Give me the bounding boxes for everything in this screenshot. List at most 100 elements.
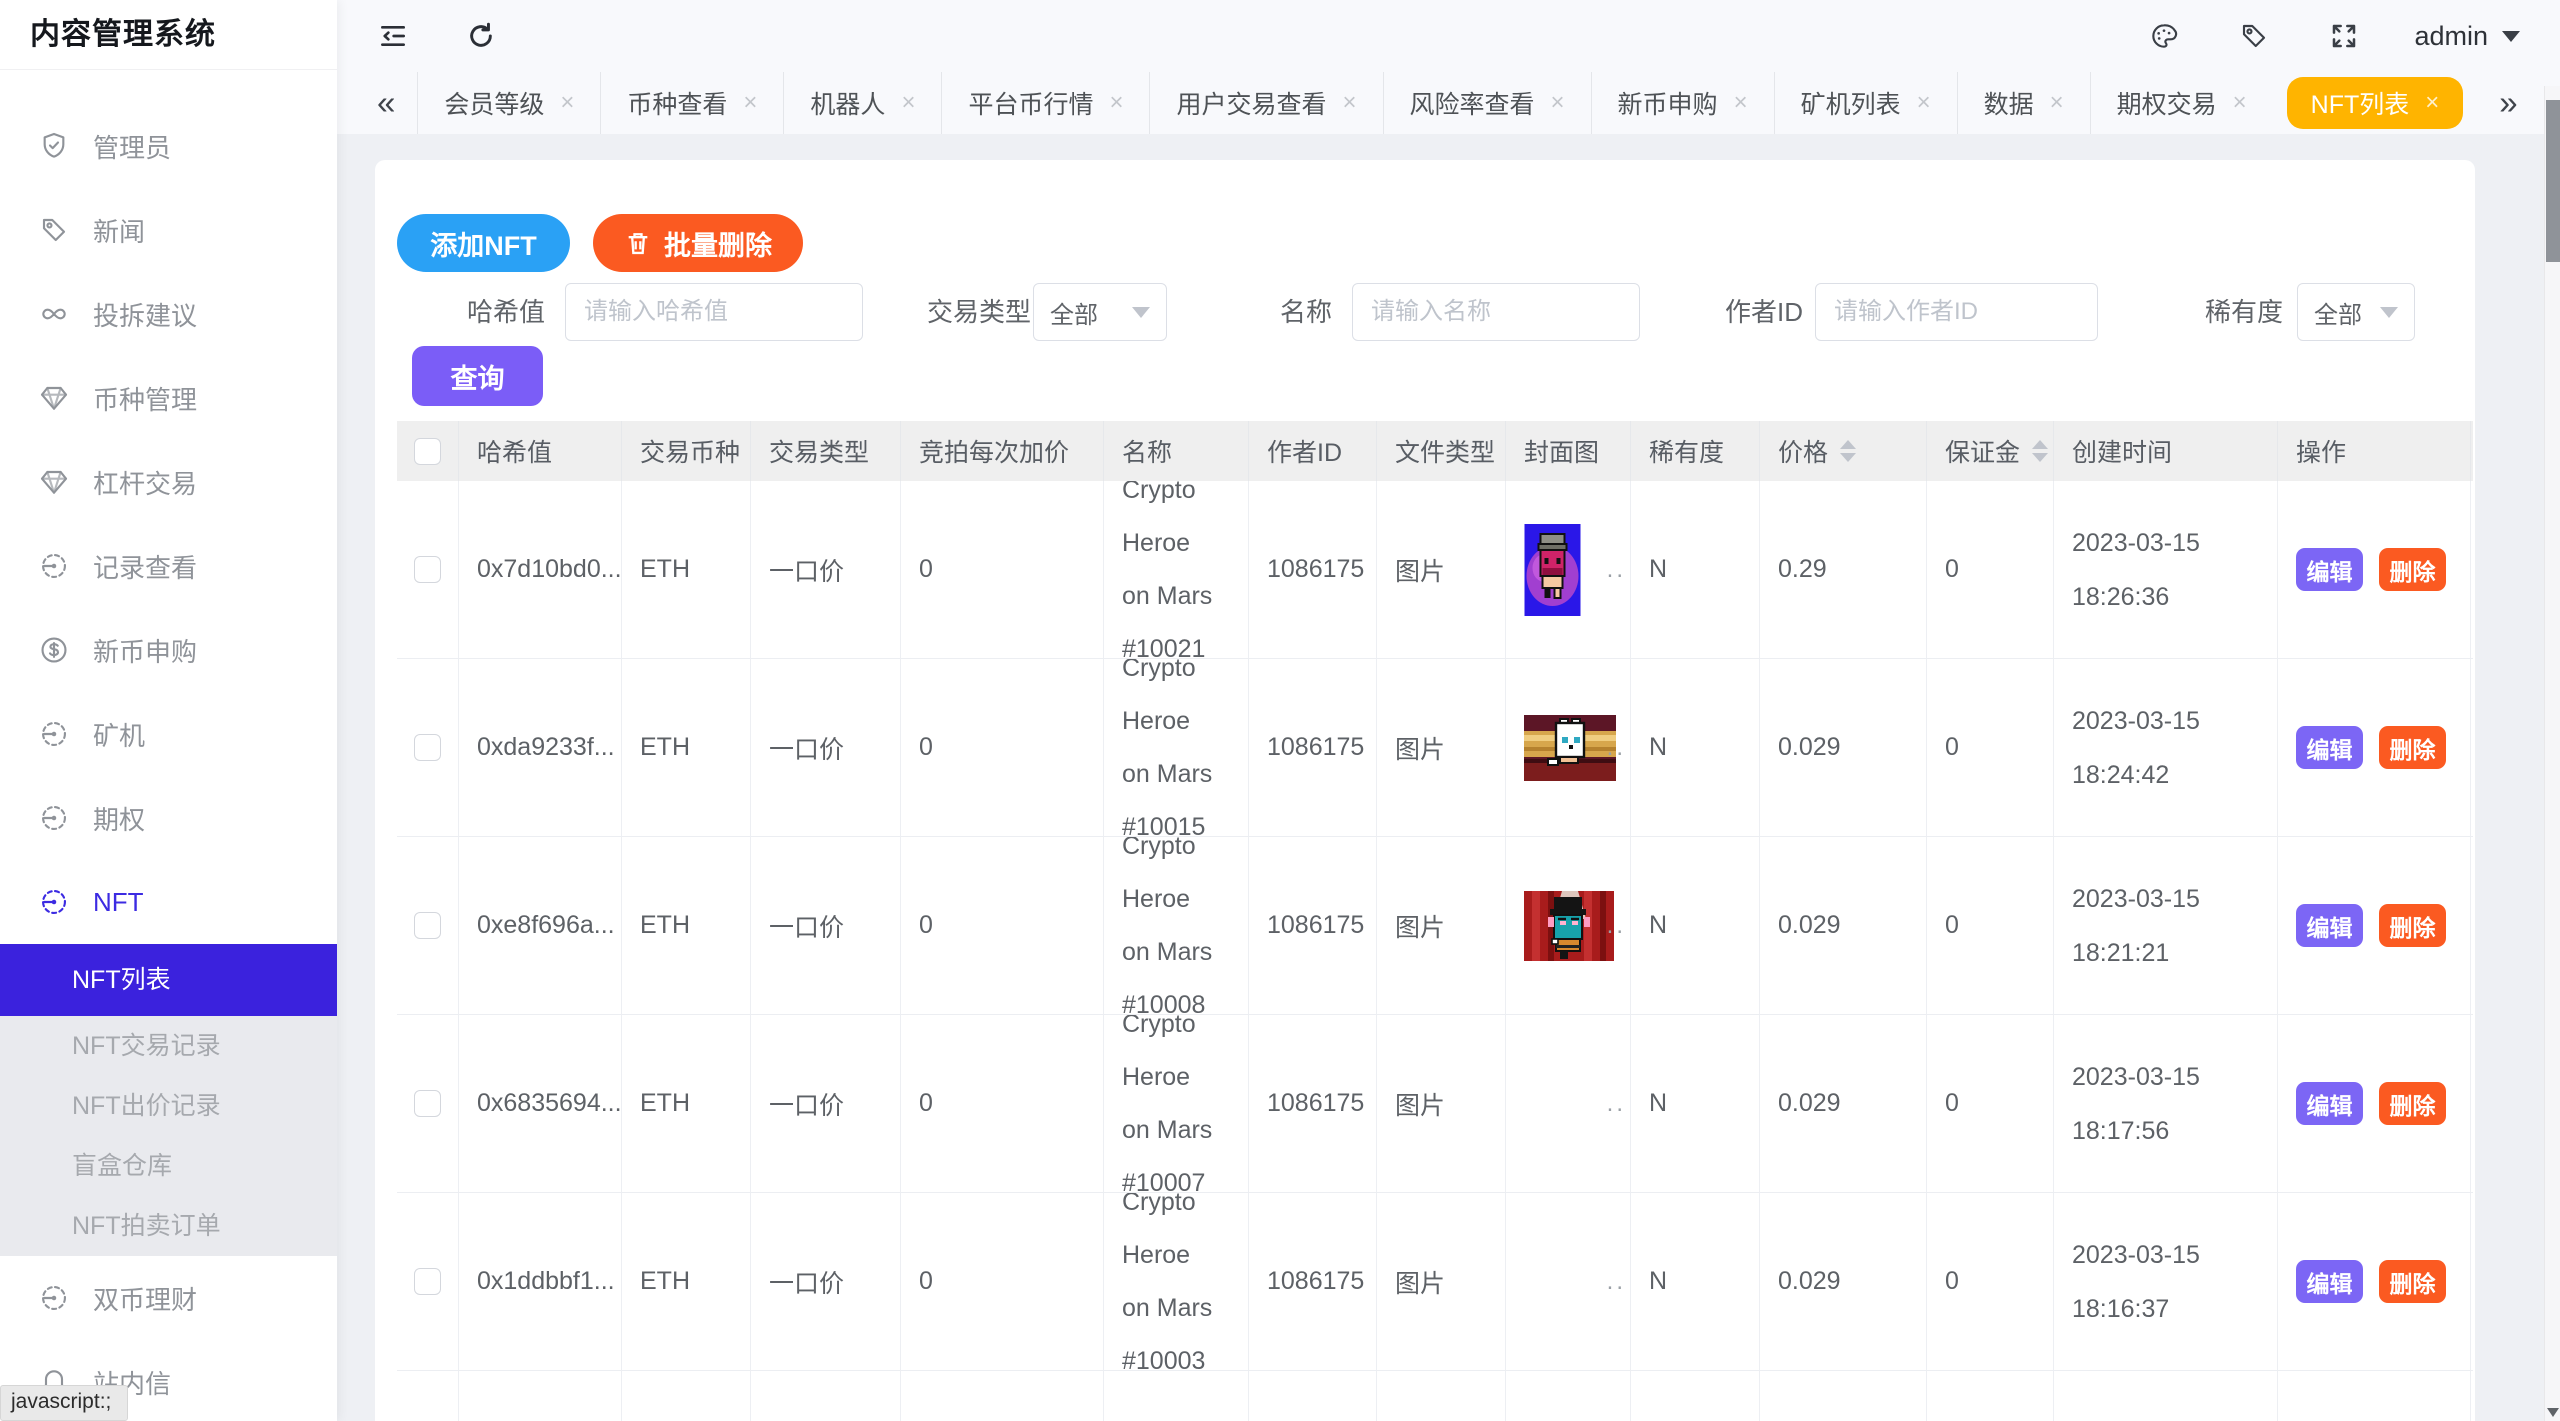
tab-风险率查看[interactable]: 风险率查看×: [1383, 72, 1591, 134]
tab-close-icon[interactable]: ×: [1551, 89, 1565, 117]
sort-caret-icon[interactable]: [1840, 440, 1856, 462]
tab-close-icon[interactable]: ×: [1917, 89, 1931, 117]
delete-button[interactable]: 删除: [2379, 904, 2446, 947]
name-label: 名称: [1280, 283, 1332, 341]
delete-button[interactable]: 删除: [2379, 1260, 2446, 1303]
column-header-交易币种: 交易币种: [622, 421, 751, 481]
hash-cell: 0x6835694...: [459, 1015, 622, 1192]
sidebar-item-NFT[interactable]: NFT: [0, 860, 337, 944]
rarity-select[interactable]: 全部: [2297, 283, 2415, 341]
tab-close-icon[interactable]: ×: [743, 89, 757, 117]
query-button[interactable]: 查询: [412, 346, 543, 406]
row-checkbox[interactable]: [414, 734, 441, 761]
row-checkbox[interactable]: [414, 912, 441, 939]
row-checkbox[interactable]: [414, 556, 441, 583]
hash-input[interactable]: [565, 283, 863, 341]
sidebar-item-新闻[interactable]: 新闻: [0, 188, 337, 272]
tab-close-icon[interactable]: ×: [2233, 89, 2247, 117]
delete-button[interactable]: 删除: [2379, 548, 2446, 591]
add-nft-button[interactable]: 添加NFT: [397, 214, 570, 272]
edit-button[interactable]: 编辑: [2296, 726, 2363, 769]
sidebar-subitem-NFT出价记录[interactable]: NFT出价记录: [0, 1076, 337, 1136]
tab-用户交易查看[interactable]: 用户交易查看×: [1149, 72, 1382, 134]
scrollbar-down-arrow-icon[interactable]: [2547, 1408, 2559, 1417]
bulk-delete-button[interactable]: 批量删除: [593, 214, 803, 272]
admin-username: admin: [2414, 21, 2488, 52]
scrollbar-thumb[interactable]: [2546, 100, 2560, 262]
tab-label: 新币申购: [1618, 85, 1718, 121]
fullscreen-icon[interactable]: [2324, 16, 2364, 56]
tab-矿机列表[interactable]: 矿机列表×: [1774, 72, 1957, 134]
tab-close-icon[interactable]: ×: [560, 89, 574, 117]
collapse-sidebar-icon[interactable]: [373, 16, 413, 56]
sidebar-item-记录查看[interactable]: 记录查看: [0, 524, 337, 608]
edit-button[interactable]: 编辑: [2296, 904, 2363, 947]
sidebar-item-双币理财[interactable]: 双币理财: [0, 1256, 337, 1340]
price-cell: 0.29: [1760, 481, 1927, 658]
actions-cell: 编辑删除: [2278, 659, 2471, 836]
tab-close-icon[interactable]: ×: [901, 89, 915, 117]
tab-label: 平台币行情: [968, 85, 1093, 121]
tab-数据[interactable]: 数据×: [1957, 72, 2090, 134]
tab-close-icon[interactable]: ×: [2425, 89, 2439, 117]
sidebar-item-label: 币种管理: [93, 380, 197, 417]
shield-check-icon: [37, 129, 71, 163]
infinity-icon: [37, 297, 71, 331]
tab-close-icon[interactable]: ×: [1109, 89, 1123, 117]
edit-button[interactable]: 编辑: [2296, 1082, 2363, 1125]
column-header-label: 哈希值: [477, 433, 552, 469]
sidebar-subitem-NFT拍卖订单[interactable]: NFT拍卖订单: [0, 1196, 337, 1256]
cover-cell: [1506, 1371, 1631, 1421]
sidebar-item-新币申购[interactable]: 新币申购: [0, 608, 337, 692]
sidebar-item-管理员[interactable]: 管理员: [0, 104, 337, 188]
tab-平台币行情[interactable]: 平台币行情 ×: [941, 72, 1149, 134]
tab-期权交易[interactable]: 期权交易×: [2090, 72, 2273, 134]
chevrons-left-icon[interactable]: «: [355, 84, 417, 122]
price-cell: 0.029: [1760, 1193, 1927, 1370]
tag-icon[interactable]: [2234, 16, 2274, 56]
row-checkbox[interactable]: [414, 1268, 441, 1295]
author-id-input[interactable]: [1815, 283, 2098, 341]
name-input[interactable]: [1352, 283, 1640, 341]
tab-会员等级[interactable]: 会员等级×: [417, 72, 600, 134]
vertical-scrollbar[interactable]: [2544, 86, 2560, 1421]
refresh-icon[interactable]: [461, 16, 501, 56]
palette-icon[interactable]: [2144, 16, 2184, 56]
tab-close-icon[interactable]: ×: [2050, 89, 2064, 117]
sidebar-subitem-盲盒仓库[interactable]: 盲盒仓库: [0, 1136, 337, 1196]
nft-list-card: 添加NFT 批量删除 哈希值 交易类型 全部 名称 作者ID 稀有度 全部 查询: [375, 160, 2475, 1421]
filter-bar: 哈希值 交易类型 全部 名称 作者ID 稀有度 全部: [375, 283, 2475, 347]
tab-close-icon[interactable]: ×: [1734, 89, 1748, 117]
nft-cover-skull-sunset: [1524, 715, 1616, 781]
sidebar-item-杠杆交易[interactable]: 杠杆交易: [0, 440, 337, 524]
row-checkbox-cell: [397, 481, 459, 658]
tab-币种查看[interactable]: 币种查看 ×: [600, 72, 783, 134]
sort-caret-icon[interactable]: [2032, 440, 2048, 462]
row-checkbox[interactable]: [414, 1090, 441, 1117]
coin-cell: [622, 1371, 751, 1421]
edit-button[interactable]: 编辑: [2296, 548, 2363, 591]
tab-新币申购[interactable]: 新币申购 ×: [1591, 72, 1774, 134]
sidebar-item-矿机[interactable]: 矿机: [0, 692, 337, 776]
main-content: 添加NFT 批量删除 哈希值 交易类型 全部 名称 作者ID 稀有度 全部 查询: [337, 134, 2560, 1421]
tab-close-icon[interactable]: ×: [1343, 89, 1357, 117]
delete-button[interactable]: 删除: [2379, 1082, 2446, 1125]
tab-label: 币种查看: [627, 85, 727, 121]
sidebar-subitem-NFT列表[interactable]: NFT列表: [0, 944, 337, 1016]
trade-type-cell: [751, 1371, 901, 1421]
admin-menu[interactable]: admin: [2414, 21, 2520, 52]
sidebar-item-投拆建议[interactable]: 投拆建议: [0, 272, 337, 356]
sidebar-subitem-NFT交易记录[interactable]: NFT交易记录: [0, 1016, 337, 1076]
sidebar-item-label: 投拆建议: [93, 296, 197, 333]
sidebar-item-币种管理[interactable]: 币种管理: [0, 356, 337, 440]
select-all-checkbox[interactable]: [414, 438, 441, 465]
trade-type-select[interactable]: 全部: [1033, 283, 1167, 341]
tab-机器人[interactable]: 机器人×: [783, 72, 941, 134]
edit-button[interactable]: 编辑: [2296, 1260, 2363, 1303]
table-row: Crypto Heroe: [397, 1371, 2473, 1421]
chevrons-right-icon[interactable]: »: [2477, 84, 2539, 122]
delete-button[interactable]: 删除: [2379, 726, 2446, 769]
tab-NFT列表[interactable]: NFT列表×: [2287, 77, 2464, 129]
nft-cover-red-character: [1524, 891, 1614, 961]
sidebar-item-期权[interactable]: 期权: [0, 776, 337, 860]
